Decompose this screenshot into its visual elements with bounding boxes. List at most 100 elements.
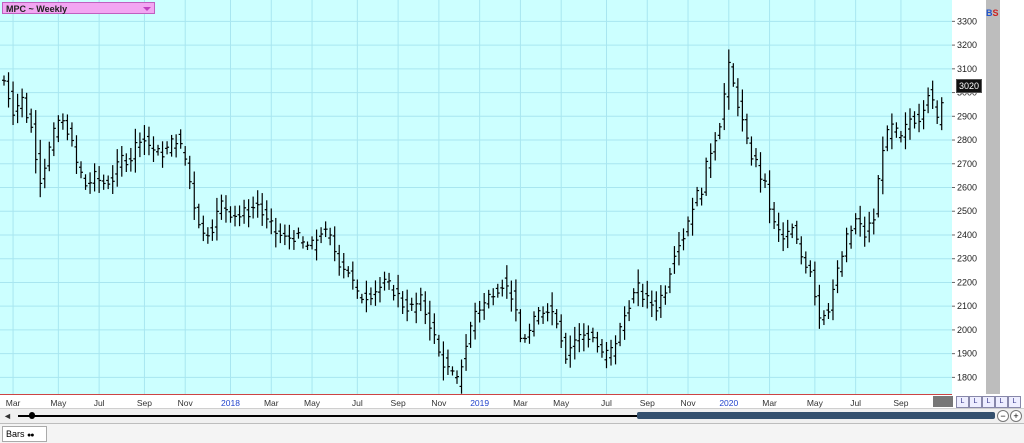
ohlc-bar [640, 283, 645, 308]
ohlc-bar [269, 208, 274, 235]
ohlc-bar [753, 148, 758, 168]
y-tick-label: 3200 [957, 40, 977, 50]
ohlc-bar [676, 231, 681, 266]
ohlc-bar [242, 199, 247, 224]
ohlc-bar [713, 132, 718, 161]
ohlc-bar [518, 309, 523, 343]
ohlc-bar [409, 297, 414, 311]
x-tick-label: Nov [178, 398, 194, 408]
ohlc-bar [459, 359, 464, 394]
ohlc-bar [821, 310, 826, 326]
ohlc-bar [391, 284, 396, 301]
ohlc-bar [862, 216, 867, 247]
ohlc-bar [251, 196, 256, 219]
ohlc-bar [233, 205, 238, 227]
ohlc-bar [187, 155, 192, 190]
sell-badge[interactable]: S [993, 8, 999, 18]
ohlc-bar [491, 288, 496, 306]
ohlc-bar [300, 236, 305, 249]
price-axis: 1800 1900 2000 2100 2200 2300 2400 2500 2600 2700… [952, 0, 986, 394]
side-panel [986, 0, 1000, 394]
ohlc-bar [368, 287, 373, 306]
ohlc-bar [808, 260, 813, 278]
ohlc-bar [563, 332, 568, 364]
ohlc-bar [758, 152, 763, 193]
tab-bars[interactable]: Bars ●● [2, 426, 47, 442]
ohlc-bar [763, 173, 768, 189]
dropdown-arrow-icon[interactable] [143, 7, 151, 11]
tool-button-4[interactable]: L [995, 396, 1008, 408]
chart-plot-area[interactable]: MPC ~ Weekly [0, 0, 952, 394]
ohlc-bar [328, 227, 333, 246]
ohlc-bar [119, 146, 124, 177]
x-tick-label: Jul [850, 398, 861, 408]
scroll-thumb[interactable] [637, 412, 995, 419]
ohlc-bar [889, 113, 894, 150]
y-tick-label: 2400 [957, 230, 977, 240]
ohlc-bar [264, 200, 269, 229]
tool-button-2[interactable]: L [969, 396, 982, 408]
ohlc-bar [441, 341, 446, 381]
ohlc-bar [921, 100, 926, 130]
ohlc-chart[interactable] [0, 0, 952, 394]
ohlc-bar [880, 136, 885, 195]
symbol-selector[interactable]: MPC ~ Weekly [2, 2, 155, 14]
ohlc-bar [926, 87, 931, 114]
zoom-in-button[interactable]: + [1010, 410, 1022, 422]
ohlc-bar [785, 219, 790, 249]
scrollbar-row[interactable]: ◄ − + [0, 408, 1024, 423]
x-tick-label: Sep [640, 398, 655, 408]
ohlc-bar [908, 108, 912, 140]
ohlc-bar [464, 334, 469, 371]
ohlc-bar [169, 134, 174, 157]
y-tick-label: 2500 [957, 206, 977, 216]
ohlc-bar [341, 253, 346, 279]
ohlc-bar [830, 279, 835, 321]
ohlc-bar [310, 236, 315, 250]
ohlc-bar [903, 112, 908, 150]
x-tick-label: Mar [264, 398, 279, 408]
y-tick-label: 2000 [957, 325, 977, 335]
y-tick-label: 2700 [957, 159, 977, 169]
bottom-tab-bar: Bars ●● [0, 423, 1024, 443]
ohlc-bar [88, 172, 93, 194]
tool-button-5[interactable]: L [1008, 396, 1021, 408]
ohlc-bar [56, 115, 61, 143]
y-tick-label: 3100 [957, 64, 977, 74]
scroll-start-marker[interactable] [29, 412, 35, 419]
ohlc-bar [137, 132, 142, 158]
scroll-track[interactable] [18, 415, 638, 417]
ohlc-bar [38, 139, 43, 198]
ohlc-bar [432, 313, 437, 344]
ohlc-bar [350, 261, 355, 290]
right-margin [1000, 0, 1024, 394]
tool-button-1[interactable]: L [956, 396, 969, 408]
ohlc-bar [468, 321, 473, 348]
ohlc-bar [273, 217, 278, 248]
ohlc-bar [885, 125, 890, 152]
buy-sell-badge[interactable]: BS [986, 8, 999, 18]
ohlc-bar [559, 314, 564, 348]
ohlc-bar [486, 289, 491, 309]
ohlc-bar [708, 143, 713, 178]
ohlc-bar [871, 208, 876, 235]
ohlc-bar [772, 202, 777, 230]
zoom-out-button[interactable]: − [997, 410, 1009, 422]
ohlc-bar [550, 292, 555, 326]
tool-button-3[interactable]: L [982, 396, 995, 408]
x-tick-label: May [807, 398, 824, 408]
ohlc-bar [296, 227, 301, 239]
ohlc-bar [205, 227, 210, 244]
ohlc-bar [627, 300, 632, 322]
ohlc-bar [672, 246, 677, 274]
ohlc-bar [681, 228, 686, 251]
ohlc-bar [110, 165, 115, 195]
ohlc-bar [803, 251, 808, 274]
ohlc-bar [527, 323, 532, 344]
y-tick-label: 2600 [957, 183, 977, 193]
scroll-left-arrow-icon[interactable]: ◄ [3, 411, 12, 421]
x-tick-label: Sep [893, 398, 908, 408]
ohlc-bar [740, 89, 745, 132]
ohlc-bar [722, 83, 727, 131]
corner-button[interactable] [933, 396, 953, 407]
